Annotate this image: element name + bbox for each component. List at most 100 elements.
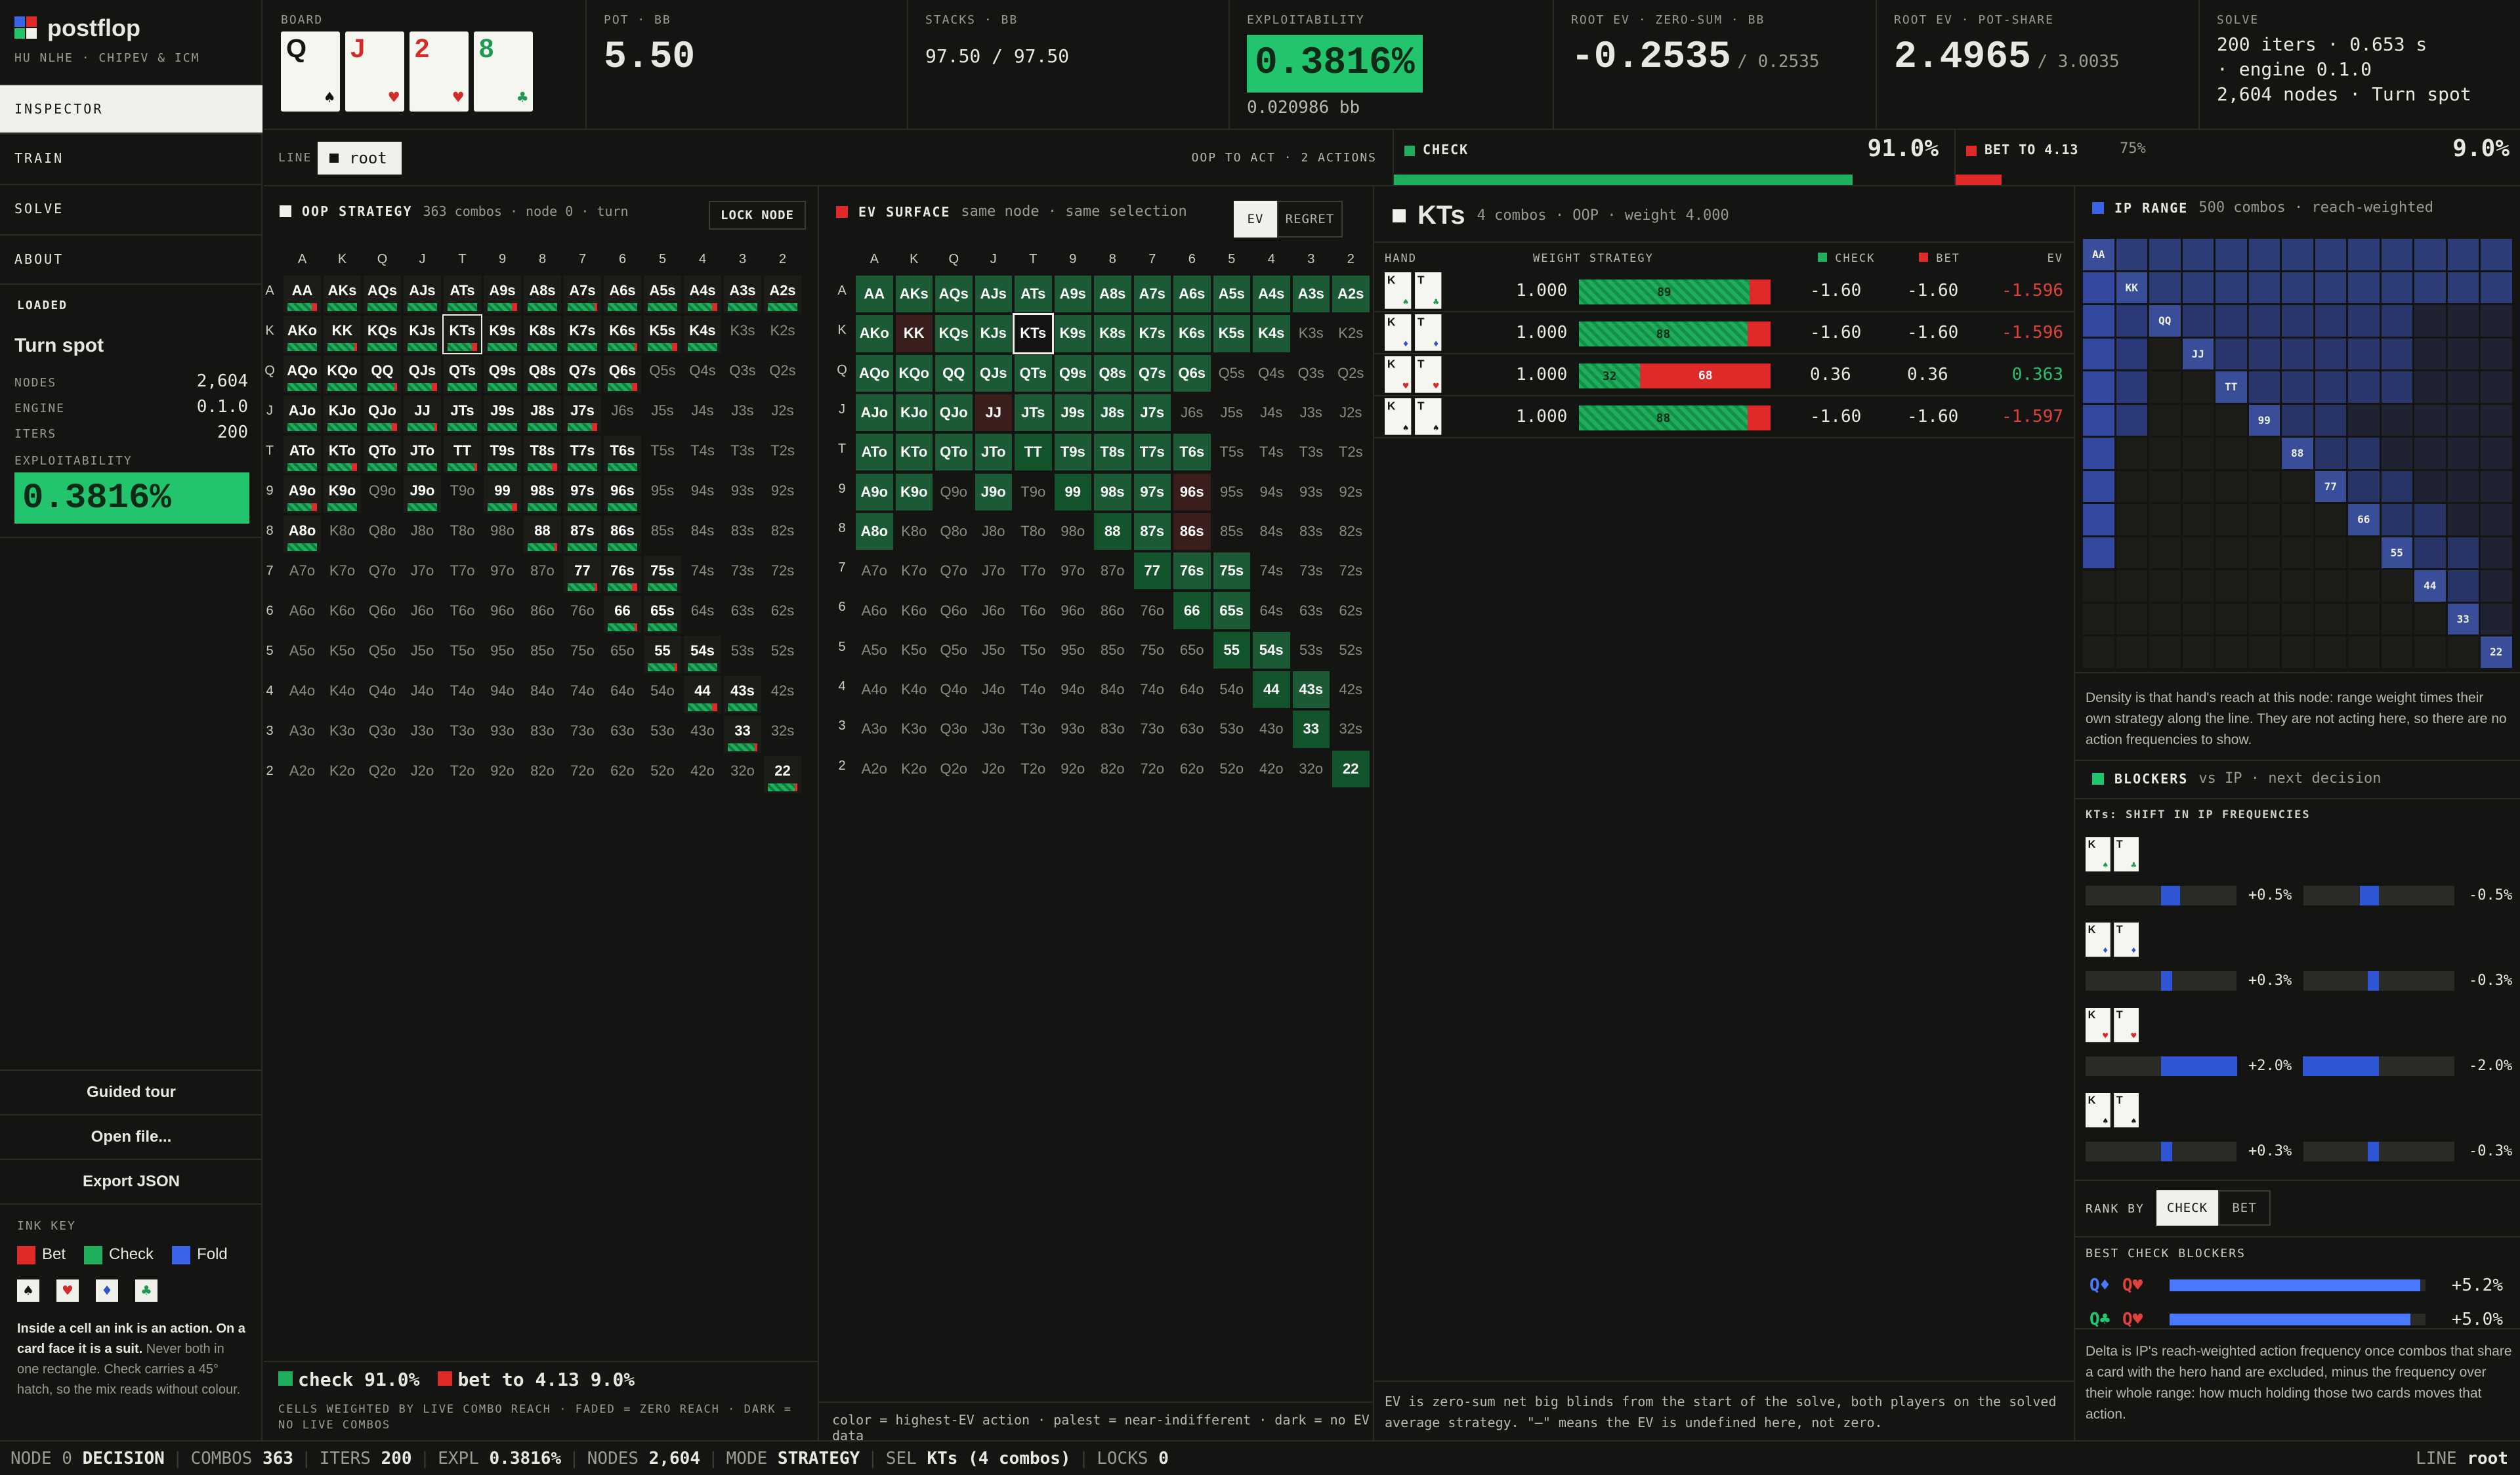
hand-cell[interactable]: J5o (404, 636, 441, 673)
ip-range-cell[interactable] (2447, 438, 2479, 469)
ip-range-cell[interactable] (2149, 636, 2181, 668)
ip-range-cell[interactable] (2149, 470, 2181, 502)
hand-cell[interactable]: QTs (1015, 354, 1052, 392)
hand-cell[interactable]: 32s (1332, 711, 1370, 747)
hand-cell[interactable]: 85o (524, 636, 561, 673)
ip-range-cell[interactable] (2182, 603, 2214, 634)
hand-cell[interactable]: A5o (856, 632, 893, 669)
hand-cell[interactable]: AKs (895, 276, 933, 313)
hand-cell[interactable]: A6o (856, 592, 893, 629)
hand-cell[interactable]: 54s (684, 636, 721, 673)
hand-cell[interactable]: 92s (764, 476, 801, 513)
hand-cell[interactable]: Q3o (935, 711, 973, 747)
hand-cell[interactable]: 95o (1055, 632, 1092, 669)
hand-cell[interactable]: 52o (644, 756, 681, 793)
hand-cell[interactable]: J4s (684, 396, 721, 433)
hand-cell[interactable]: KTo (324, 436, 361, 473)
hand-cell[interactable]: ATs (444, 276, 481, 313)
ip-range-cell[interactable] (2282, 537, 2313, 568)
hand-cell[interactable]: A7s (564, 276, 601, 313)
hand-cell[interactable]: 53o (1213, 711, 1251, 747)
hand-cell[interactable]: 95o (484, 636, 521, 673)
hand-cell[interactable]: T2o (1015, 751, 1052, 787)
ip-range-cell[interactable] (2216, 272, 2247, 303)
hand-cell[interactable]: 96o (1055, 592, 1092, 629)
ip-range-cell[interactable] (2248, 537, 2280, 568)
ip-range-cell[interactable]: 55 (2381, 537, 2412, 568)
hand-cell[interactable]: J6s (1173, 394, 1211, 431)
hand-cell[interactable]: A9o (284, 476, 321, 513)
hand-combo-row[interactable]: K ♠ T ♠ 1.000 88 -1.60 -1.60 -1.597 (1374, 396, 2075, 438)
hand-cell[interactable]: J3s (724, 396, 761, 433)
hand-cell[interactable]: 83o (524, 716, 561, 753)
hand-cell[interactable]: T5o (444, 636, 481, 673)
ip-range-cell[interactable]: 88 (2282, 438, 2313, 469)
hand-cell[interactable]: T8o (444, 516, 481, 553)
hand-cell[interactable]: Q6s (1173, 354, 1211, 392)
hand-cell[interactable]: K7s (564, 316, 601, 353)
hand-cell[interactable]: 85s (644, 516, 681, 553)
hand-cell[interactable]: A4s (684, 276, 721, 313)
hand-cell[interactable]: A4o (284, 676, 321, 713)
hand-cell[interactable]: J7o (975, 552, 1013, 589)
hand-cell[interactable]: A3o (856, 711, 893, 747)
hand-cell[interactable]: 44 (684, 676, 721, 713)
hand-cell[interactable]: 74s (1253, 552, 1290, 589)
ip-range-cell[interactable] (2414, 504, 2446, 535)
hand-cell[interactable]: A4o (856, 671, 893, 708)
ip-range-cell[interactable] (2216, 504, 2247, 535)
hand-cell[interactable]: K8s (524, 316, 561, 353)
ip-range-cell[interactable] (2248, 504, 2280, 535)
hand-cell[interactable]: 85s (1213, 513, 1251, 550)
ip-range-cell[interactable] (2083, 305, 2114, 337)
hand-cell[interactable]: QQ (364, 356, 401, 393)
hand-cell[interactable]: 62o (1173, 751, 1211, 787)
hand-combo-row[interactable]: K ♦ T ♦ 1.000 88 -1.60 -1.60 -1.596 (1374, 312, 2075, 354)
hand-cell[interactable]: J2o (404, 756, 441, 793)
hand-cell[interactable]: AKs (324, 276, 361, 313)
ip-range-cell[interactable] (2414, 338, 2446, 369)
hand-cell[interactable]: ATs (1015, 276, 1052, 313)
hand-cell[interactable]: J6o (404, 596, 441, 633)
hand-cell[interactable]: K9s (484, 316, 521, 353)
ip-range-cell[interactable] (2282, 636, 2313, 668)
ip-range-cell[interactable] (2348, 239, 2380, 270)
hand-cell[interactable]: J3o (975, 711, 1013, 747)
hand-cell[interactable]: J3o (404, 716, 441, 753)
hand-cell[interactable]: Q4s (684, 356, 721, 393)
hand-cell[interactable]: 63o (1173, 711, 1211, 747)
hand-cell[interactable]: QJo (935, 394, 973, 432)
hand-cell[interactable]: 52s (1332, 632, 1370, 669)
hand-cell[interactable]: 75s (644, 556, 681, 593)
hand-cell[interactable]: JTo (404, 436, 441, 473)
hand-cell[interactable]: K5s (644, 316, 681, 353)
ip-range-cell[interactable] (2248, 338, 2280, 369)
ip-range-cell[interactable] (2414, 470, 2446, 502)
hand-cell[interactable]: 63o (604, 716, 641, 753)
ip-range-cell[interactable] (2116, 338, 2147, 369)
ip-range-cell[interactable] (2381, 504, 2412, 535)
hand-cell[interactable]: 93s (1293, 474, 1330, 510)
hand-cell[interactable]: QTo (935, 434, 973, 471)
hand-cell[interactable]: T8s (524, 436, 561, 473)
ip-range-cell[interactable] (2348, 537, 2380, 568)
hand-cell[interactable]: Q2o (935, 751, 973, 787)
line-root-chip[interactable]: root (318, 142, 402, 175)
ip-range-cell[interactable] (2381, 239, 2412, 270)
ip-range-cell[interactable]: 22 (2481, 636, 2512, 668)
hand-cell[interactable]: Q6s (604, 356, 641, 393)
hand-cell[interactable]: 66 (1173, 592, 1211, 629)
ev-tab[interactable]: EV (1234, 201, 1277, 238)
ip-range-cell[interactable] (2481, 305, 2512, 337)
hand-cell[interactable]: T5o (1015, 632, 1052, 669)
hand-cell[interactable]: AKo (856, 315, 893, 352)
ip-range-cell[interactable] (2216, 470, 2247, 502)
ip-range-cell[interactable]: JJ (2182, 338, 2214, 369)
ip-range-cell[interactable] (2348, 470, 2380, 502)
hand-cell[interactable]: QJs (975, 354, 1012, 392)
ip-range-cell[interactable] (2414, 371, 2446, 403)
hand-cell[interactable]: Q5o (364, 636, 401, 673)
ip-range-cell[interactable] (2248, 305, 2280, 337)
hand-cell[interactable]: 52s (764, 636, 801, 673)
hand-cell[interactable]: J8s (1094, 394, 1131, 432)
